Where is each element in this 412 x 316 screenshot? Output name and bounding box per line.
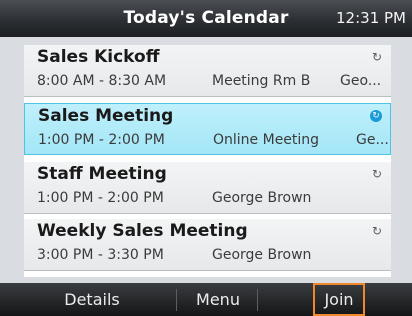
details-softkey[interactable]: Details <box>40 283 144 316</box>
event-organizer: Geo... <box>340 73 382 89</box>
event-title: Staff Meeting <box>37 164 167 184</box>
event-location: George Brown <box>212 190 312 206</box>
sync-icon: ↻ <box>371 224 383 238</box>
sync-icon: ↻ <box>371 50 383 64</box>
event-time: 8:00 AM - 8:30 AM <box>37 73 167 89</box>
sync-icon: ↻ <box>371 167 383 181</box>
event-title: Sales Meeting <box>38 106 174 126</box>
calendar-item-staff-meeting[interactable]: Staff Meeting 1:00 PM - 2:00 PM George B… <box>24 162 391 214</box>
header-bar: Today's Calendar 12:31 PM <box>0 0 412 37</box>
event-title: Weekly Sales Meeting <box>37 221 248 241</box>
calendar-item-weekly-sales-meeting[interactable]: Weekly Sales Meeting 3:00 PM - 3:30 PM G… <box>24 219 391 271</box>
event-time: 1:00 PM - 2:00 PM <box>38 132 165 148</box>
join-softkey[interactable]: Join <box>313 283 365 316</box>
softkey-divider <box>257 289 258 311</box>
softkey-bar: Details Menu Join <box>0 283 412 316</box>
phone-screen: Today's Calendar 12:31 PM Sales Kickoff … <box>0 0 412 316</box>
event-location: George Brown <box>212 247 312 263</box>
calendar-item-sales-kickoff[interactable]: Sales Kickoff 8:00 AM - 8:30 AM Meeting … <box>24 45 391 97</box>
event-location: Online Meeting <box>213 132 320 148</box>
calendar-list: Sales Kickoff 8:00 AM - 8:30 AM Meeting … <box>24 45 391 277</box>
event-title: Sales Kickoff <box>37 47 160 67</box>
online-meeting-icon: ↻ <box>370 110 382 122</box>
clock: 12:31 PM <box>336 9 406 27</box>
event-time: 3:00 PM - 3:30 PM <box>37 247 164 263</box>
event-organizer: Ge... <box>356 132 389 148</box>
softkey-divider <box>176 289 177 311</box>
menu-softkey[interactable]: Menu <box>180 283 256 316</box>
calendar-item-sales-meeting[interactable]: Sales Meeting 1:00 PM - 2:00 PM Online M… <box>24 103 391 155</box>
event-time: 1:00 PM - 2:00 PM <box>37 190 164 206</box>
event-location: Meeting Rm B <box>212 73 311 89</box>
